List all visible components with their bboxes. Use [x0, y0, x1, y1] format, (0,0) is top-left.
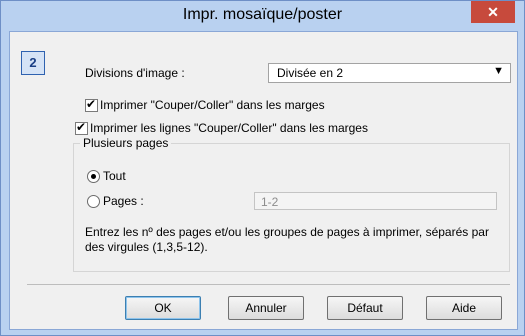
cut-paste-margin-label[interactable]: Imprimer "Couper/Coller" dans les marges [100, 98, 325, 112]
pages-group-title: Plusieurs pages [80, 136, 172, 150]
checkmark-icon: ✔ [86, 97, 97, 111]
title-bar[interactable]: Impr. mosaïque/poster ✕ [1, 1, 524, 31]
defaults-button[interactable]: Défaut [327, 296, 403, 320]
divisions-label: Divisions d'image : [85, 66, 185, 80]
radio-pages-label[interactable]: Pages : [103, 194, 144, 208]
cut-paste-lines-label[interactable]: Imprimer les lignes "Couper/Coller" dans… [90, 121, 368, 135]
radio-selected-dot [91, 174, 96, 179]
cut-paste-margin-checkbox[interactable]: ✔ [85, 97, 98, 112]
pages-info-text: Entrez les nº des pages et/ou les groupe… [85, 225, 489, 254]
checkmark-icon: ✔ [76, 120, 87, 134]
radio-all-label[interactable]: Tout [103, 169, 126, 183]
divisions-select[interactable]: Divisée en 2 ▼ [268, 63, 511, 83]
radio-all[interactable] [87, 170, 100, 183]
cut-paste-lines-checkbox[interactable]: ✔ [75, 120, 88, 135]
separator [27, 284, 510, 285]
cancel-button[interactable]: Annuler [228, 296, 304, 320]
pages-input[interactable]: 1-2 [254, 192, 497, 210]
help-button[interactable]: Aide [426, 296, 502, 320]
pages-input-value: 1-2 [261, 195, 279, 209]
dialog-title: Impr. mosaïque/poster [182, 6, 343, 23]
close-icon: ✕ [487, 4, 499, 20]
chevron-down-icon: ▼ [493, 65, 504, 77]
ok-button[interactable]: OK [125, 296, 201, 320]
radio-pages[interactable] [87, 195, 100, 208]
divisions-select-value: Divisée en 2 [277, 66, 344, 80]
close-button[interactable]: ✕ [471, 1, 515, 23]
page-2-icon: 2 [21, 51, 45, 75]
